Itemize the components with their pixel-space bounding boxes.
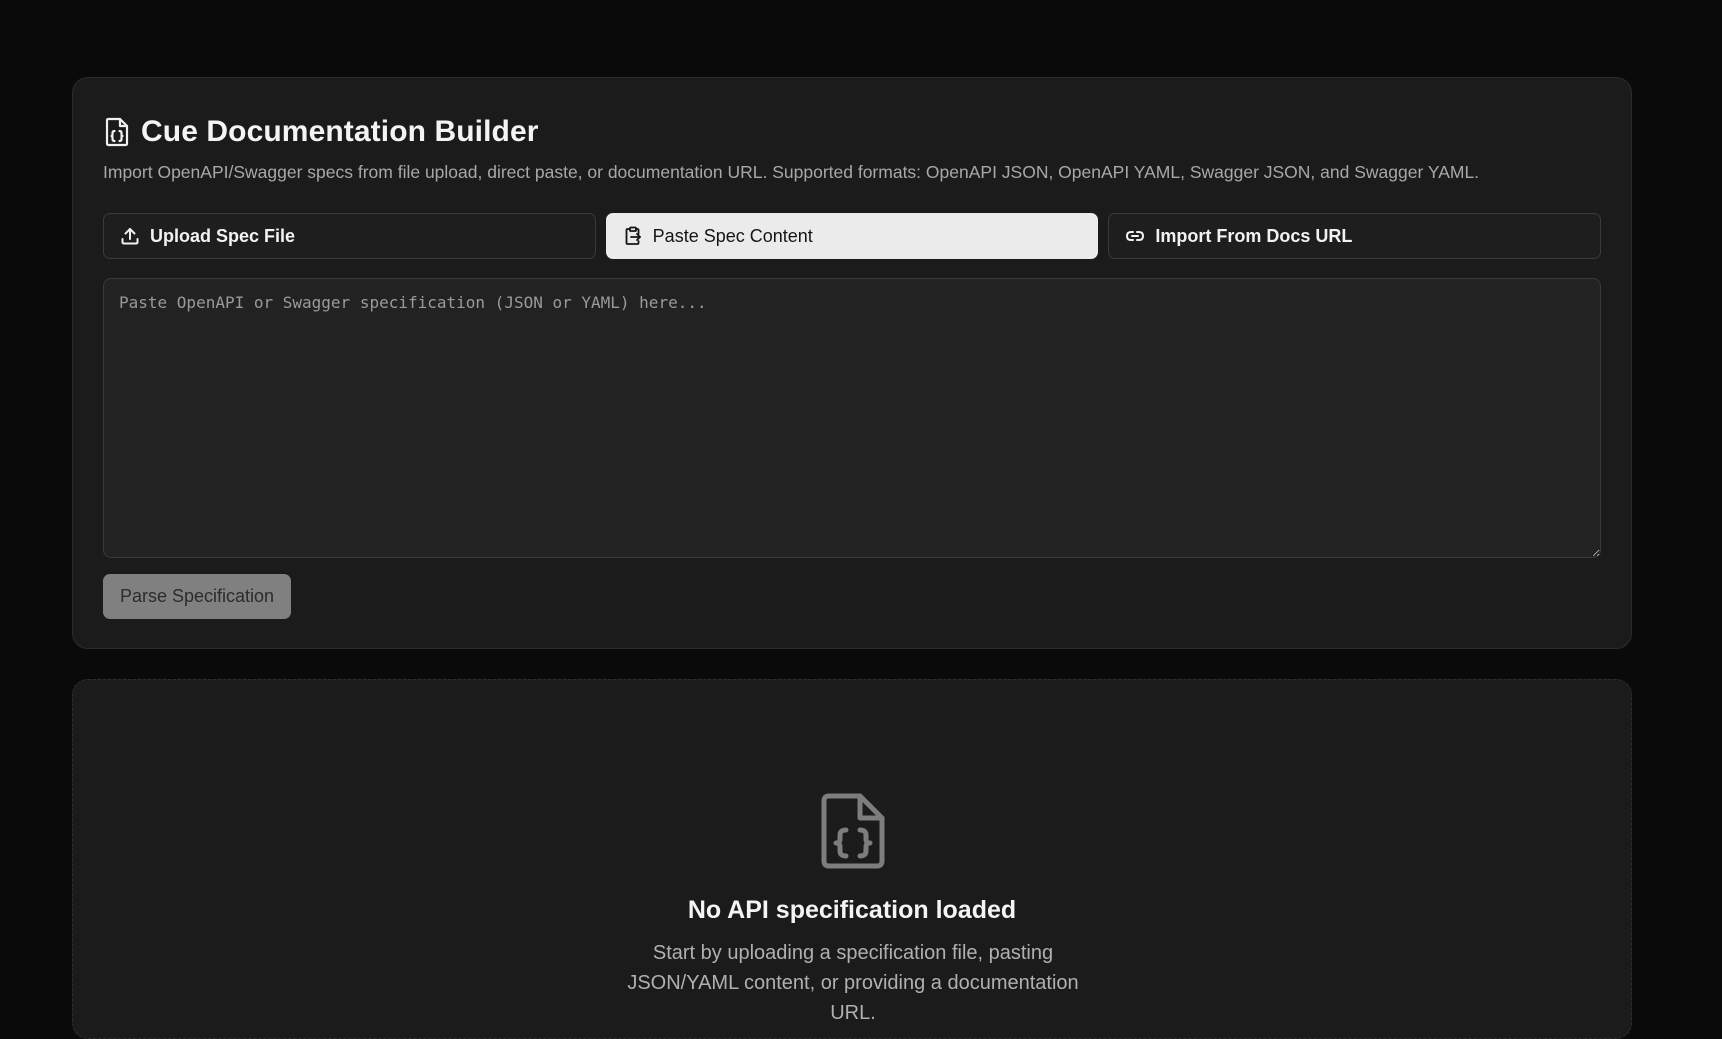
page-description: Import OpenAPI/Swagger specs from file u… <box>103 162 1480 182</box>
tab-label: Upload Spec File <box>150 225 296 246</box>
parse-specification-button[interactable]: Parse Specification <box>103 574 291 619</box>
tab-paste-spec-content[interactable]: Paste Spec Content <box>605 213 1099 259</box>
tab-upload-spec-file[interactable]: Upload Spec File <box>103 213 596 259</box>
upload-icon <box>120 226 140 246</box>
empty-state-panel: No API specification loaded Start by upl… <box>72 679 1632 1039</box>
file-code-icon <box>103 116 131 148</box>
header: Cue Documentation Builder <box>103 112 539 152</box>
file-code-icon <box>821 793 885 869</box>
tab-label: Import From Docs URL <box>1155 225 1353 246</box>
empty-state-title: No API specification loaded <box>687 896 1017 924</box>
page-title: Cue Documentation Builder <box>141 115 539 148</box>
import-mode-tabs: Upload Spec File Paste Spec Content Impo… <box>103 213 1602 259</box>
empty-state-description: Start by uploading a specification file,… <box>627 942 1079 1024</box>
tab-import-from-docs-url[interactable]: Import From Docs URL <box>1108 213 1602 259</box>
tab-label: Paste Spec Content <box>652 225 813 246</box>
clipboard-icon <box>623 226 643 246</box>
spec-content-textarea[interactable] <box>103 278 1601 558</box>
import-card: Cue Documentation Builder Import OpenAPI… <box>72 77 1632 649</box>
link-icon <box>1125 226 1145 246</box>
